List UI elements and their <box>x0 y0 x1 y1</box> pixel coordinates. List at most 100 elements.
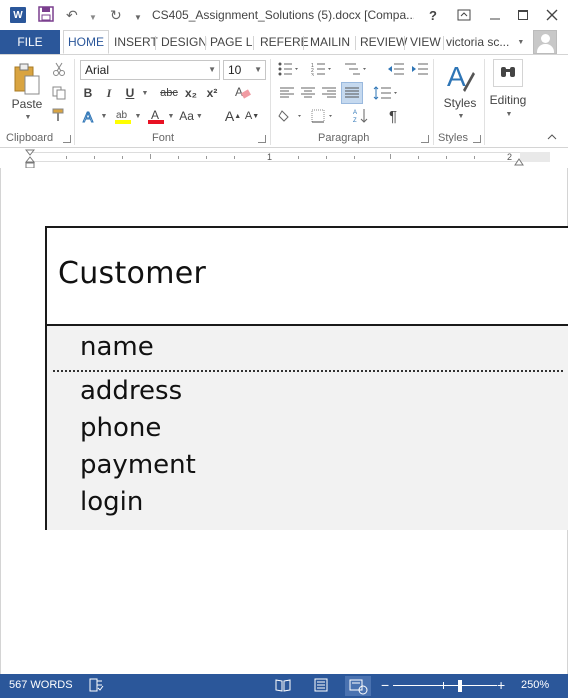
indent-marker-icon[interactable] <box>24 149 36 169</box>
ruler-tick <box>234 156 235 159</box>
justify-icon[interactable] <box>341 82 363 104</box>
styles-launcher-icon[interactable] <box>473 135 481 143</box>
word-app-icon[interactable]: W <box>10 7 26 23</box>
uml-class-diagram[interactable]: Customer name address phone payment logi… <box>45 226 568 530</box>
paragraph-launcher-icon[interactable] <box>421 135 429 143</box>
zoom-in-button[interactable]: + <box>497 677 505 693</box>
ribbon-display-options-icon[interactable] <box>454 5 474 25</box>
ruler-tick <box>150 154 151 159</box>
redo-icon[interactable]: ↻ <box>110 6 122 24</box>
chevron-down-icon: ▼ <box>254 65 262 74</box>
borders-icon[interactable] <box>310 107 338 125</box>
clear-formatting-icon[interactable]: A <box>232 82 252 102</box>
print-layout-icon[interactable] <box>314 678 328 695</box>
highlight-color-icon[interactable]: ab <box>114 107 132 125</box>
tab-mailings[interactable]: MAILIN <box>306 30 354 54</box>
change-case-button[interactable]: Aa ▼ <box>179 107 203 125</box>
paste-icon[interactable] <box>10 61 44 97</box>
styles-button[interactable]: Styles <box>440 95 480 111</box>
show-formatting-marks-button[interactable]: ¶ <box>385 107 401 125</box>
customize-toolbar-icon[interactable]: ▼ <box>134 9 142 27</box>
chevron-down-icon[interactable]: ▼ <box>501 109 515 119</box>
zoom-out-button[interactable]: − <box>381 677 389 693</box>
shrink-font-button[interactable]: A ▼ <box>244 107 260 125</box>
close-button[interactable] <box>542 5 562 25</box>
tab-page-layout[interactable]: PAGE L <box>206 30 256 54</box>
chevron-down-icon[interactable]: ▼ <box>99 107 108 125</box>
chevron-down-icon[interactable]: ▼ <box>20 112 34 122</box>
zoom-slider[interactable] <box>393 685 497 686</box>
cut-icon[interactable] <box>50 61 68 77</box>
web-layout-icon[interactable] <box>345 676 371 696</box>
editing-button[interactable]: Editing <box>486 92 530 108</box>
right-indent-marker-icon[interactable] <box>514 156 524 166</box>
tab-view[interactable]: VIEW <box>406 30 445 54</box>
save-icon[interactable] <box>38 6 54 22</box>
zoom-level[interactable]: 250% <box>521 679 549 691</box>
svg-text:A: A <box>83 109 93 124</box>
undo-dropdown-icon[interactable]: ▼ <box>89 9 97 27</box>
line-spacing-icon[interactable] <box>372 84 400 102</box>
multilevel-list-icon[interactable] <box>343 60 369 78</box>
ruler-tick <box>326 156 327 159</box>
chevron-down-icon[interactable]: ▼ <box>166 107 175 125</box>
avatar[interactable] <box>533 30 557 54</box>
ruler-tick <box>418 156 419 159</box>
bullets-icon[interactable] <box>277 60 301 78</box>
clipboard-launcher-icon[interactable] <box>63 135 71 143</box>
paste-button[interactable]: Paste <box>10 97 44 111</box>
help-button[interactable]: ? <box>423 5 443 25</box>
font-name-value: Arial <box>85 63 110 77</box>
chevron-down-icon[interactable]: ▼ <box>133 107 142 125</box>
chevron-down-icon[interactable]: ▼ <box>139 84 149 102</box>
proofing-icon[interactable] <box>88 678 104 695</box>
minimize-button[interactable] <box>485 5 505 25</box>
svg-text:Z: Z <box>353 118 357 124</box>
horizontal-ruler[interactable]: 1 2 <box>0 148 568 169</box>
text-effects-icon[interactable]: A <box>82 107 98 125</box>
find-icon[interactable] <box>493 59 523 87</box>
group-separator <box>433 59 434 145</box>
tab-design[interactable]: DESIGN <box>157 30 211 54</box>
underline-button[interactable]: U <box>122 84 138 102</box>
align-right-icon[interactable] <box>320 84 338 102</box>
styles-icon[interactable]: A <box>444 59 476 95</box>
ruler-tick <box>446 156 447 159</box>
maximize-button[interactable] <box>513 5 533 25</box>
read-mode-icon[interactable] <box>275 678 291 695</box>
font-color-icon[interactable]: A <box>147 107 165 125</box>
italic-button[interactable]: I <box>101 84 117 102</box>
tab-references[interactable]: REFERE <box>256 30 313 54</box>
chevron-down-icon[interactable]: ▼ <box>453 111 467 121</box>
uml-attribute: payment <box>80 450 196 480</box>
numbering-icon[interactable]: 123 <box>310 60 334 78</box>
group-separator <box>270 59 271 145</box>
copy-icon[interactable] <box>50 85 68 101</box>
uml-class-attributes: name address phone payment login <box>47 326 568 530</box>
zoom-slider-thumb[interactable] <box>458 680 462 692</box>
strikethrough-button[interactable]: abc <box>158 84 180 102</box>
undo-icon[interactable]: ↶ <box>66 6 78 24</box>
bold-button[interactable]: B <box>80 84 96 102</box>
user-account[interactable]: victoria sc... ▼ <box>446 30 524 54</box>
increase-indent-icon[interactable] <box>410 60 430 78</box>
font-size-select[interactable]: 10 ▼ <box>223 60 266 80</box>
grow-font-button[interactable]: A ▲ <box>225 107 241 125</box>
font-name-select[interactable]: Arial ▼ <box>80 60 220 80</box>
align-center-icon[interactable] <box>299 84 317 102</box>
shading-icon[interactable] <box>277 107 305 125</box>
collapse-ribbon-icon[interactable] <box>545 131 559 143</box>
font-launcher-icon[interactable] <box>258 135 266 143</box>
ribbon-home: Paste ▼ Clipboard Arial ▼ 10 ▼ B I U ▼ a… <box>0 54 568 148</box>
decrease-indent-icon[interactable] <box>386 60 406 78</box>
document-page[interactable]: Customer name address phone payment logi… <box>0 168 568 674</box>
align-left-icon[interactable] <box>278 84 296 102</box>
superscript-button[interactable]: x² <box>204 84 220 102</box>
uml-attribute: address <box>80 376 183 406</box>
format-painter-icon[interactable] <box>50 107 68 123</box>
subscript-button[interactable]: x₂ <box>183 84 199 102</box>
sort-icon[interactable]: AZ <box>352 107 370 125</box>
tab-home[interactable]: HOME <box>63 30 109 54</box>
tab-file[interactable]: FILE <box>0 30 60 54</box>
word-count[interactable]: 567 WORDS <box>9 679 73 691</box>
